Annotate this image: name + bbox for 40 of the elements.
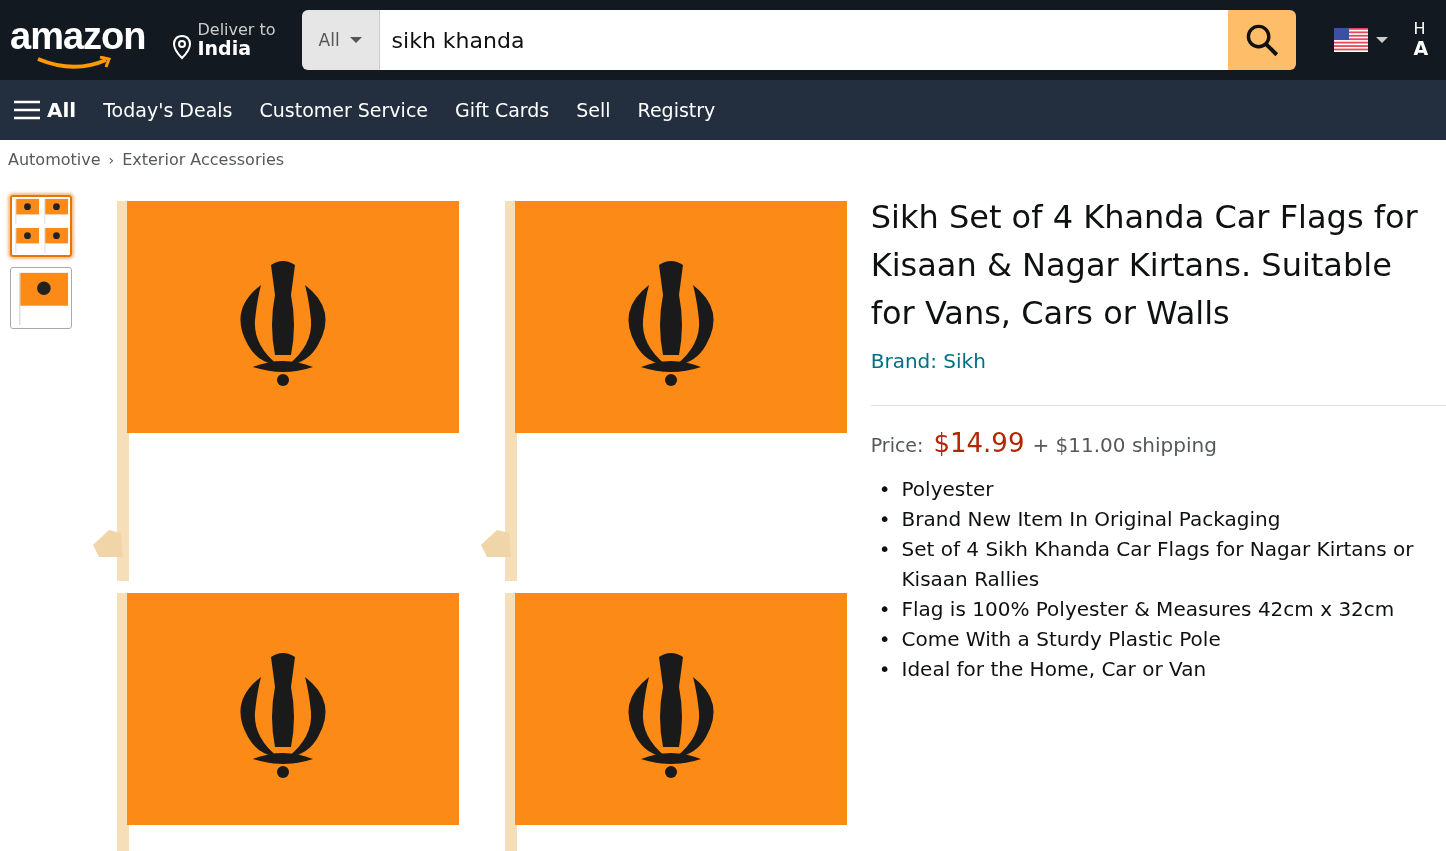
breadcrumb-separator-icon: › xyxy=(108,151,115,168)
bullet-icon: • xyxy=(878,504,891,534)
account-link[interactable]: A xyxy=(1413,38,1429,61)
breadcrumb-link[interactable]: Exterior Accessories xyxy=(122,150,285,169)
deliver-label: Deliver to xyxy=(197,20,276,39)
feature-bullet: Brand New Item In Original Packaging xyxy=(901,506,1281,533)
bullet-icon: • xyxy=(878,474,891,504)
nav-link[interactable]: Gift Cards xyxy=(455,99,550,121)
feature-bullet: Set of 4 Sikh Khanda Car Flags for Nagar Kirtans or Kisaan Rallies xyxy=(901,536,1415,593)
all-menu-button[interactable]: All xyxy=(14,98,77,122)
nav-link[interactable]: Sell xyxy=(576,99,611,121)
price-label: Price: xyxy=(870,434,924,456)
price: $14.99 xyxy=(933,428,1025,458)
image-thumbnail[interactable] xyxy=(10,195,72,257)
bullet-icon: • xyxy=(878,654,891,684)
image-thumbnail[interactable] xyxy=(10,267,72,329)
amazon-logo[interactable]: amazon xyxy=(10,14,146,72)
breadcrumb-link[interactable]: Automotive xyxy=(8,150,101,169)
brand-link[interactable]: Brand: Sikh xyxy=(870,349,1446,373)
product-title: Sikh Set of 4 Khanda Car Flags for Kisaan & Nagar Kirtans. Suitable for Vans, Cars or Walls xyxy=(870,197,1419,334)
deliver-location[interactable]: India xyxy=(197,38,276,60)
nav-link[interactable]: Today's Deals xyxy=(103,99,233,121)
feature-bullet: Flag is 100% Polyester & Measures 42cm x 32cm xyxy=(901,596,1395,623)
search-icon xyxy=(1244,23,1279,57)
bullet-icon: • xyxy=(878,624,891,654)
location-pin-icon xyxy=(171,34,194,60)
bullet-icon: • xyxy=(878,534,891,594)
account-greeting[interactable]: H xyxy=(1413,19,1429,39)
flag-icon xyxy=(1333,28,1368,52)
shipping-cost: + $11.00 shipping xyxy=(1032,433,1217,457)
nav-link[interactable]: Registry xyxy=(637,99,716,121)
nav-link[interactable]: Customer Service xyxy=(259,99,429,121)
feature-bullet: Ideal for the Home, Car or Van xyxy=(901,656,1207,683)
feature-bullet: Polyester xyxy=(901,476,994,503)
search-field[interactable]: sikh khanda xyxy=(379,10,1228,70)
bullet-icon: • xyxy=(878,594,891,624)
category-dropdown[interactable]: All xyxy=(301,10,380,70)
menu-icon xyxy=(14,100,40,120)
search-button[interactable] xyxy=(1227,10,1296,70)
feature-bullet: Come With a Sturdy Plastic Pole xyxy=(901,626,1221,653)
